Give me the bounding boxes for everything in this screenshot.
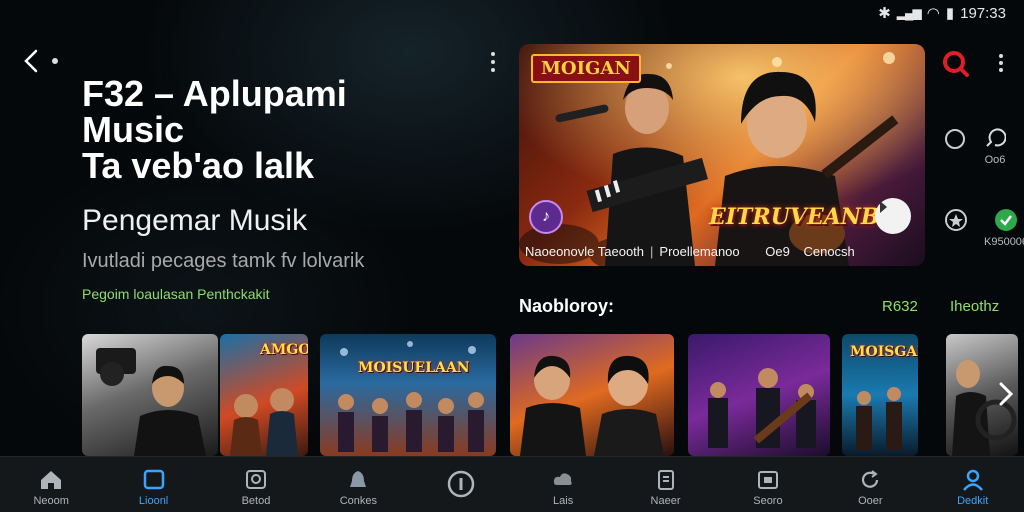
nav-notes[interactable]: Naeer (621, 469, 711, 507)
refresh-icon (862, 470, 879, 488)
more-options-button[interactable] (486, 52, 500, 72)
nav-library[interactable]: Lioonl (109, 469, 199, 507)
status-time: 197:33 (960, 4, 1006, 22)
hero-logo: MOIGAN (531, 54, 641, 83)
hero-band-title: EITRUVEANBH (709, 204, 901, 230)
thumbnail-art (338, 341, 484, 452)
circle-button[interactable] (944, 128, 966, 150)
square-icon (143, 469, 164, 490)
search-button[interactable] (942, 50, 970, 78)
hero-meta: Naoeonovle Taeooth | Proellemanoo Oe9 Ceno… (525, 244, 855, 259)
star-icon (945, 209, 967, 231)
hero-meta-4: Cenocsh (803, 244, 855, 259)
nav-label: Lioonl (138, 495, 169, 507)
battery-icon: ▮ (945, 5, 955, 22)
cloud-icon (553, 473, 572, 485)
page-title: F32 – Aplupami Music Ta veb'ao lalk (82, 76, 412, 184)
nav-store[interactable]: Seoro (723, 469, 813, 507)
title-line-2: Music (82, 109, 185, 150)
thumbnail-1[interactable] (82, 334, 218, 456)
thumbnail-title: AMGO (260, 342, 308, 358)
play-button[interactable] (875, 198, 911, 234)
bluetooth-icon: ✱ (878, 5, 891, 22)
thumbnail-title: MOISUELAAN (358, 360, 470, 376)
scroll-right-button[interactable] (994, 378, 1018, 410)
chat-icon (986, 128, 1006, 147)
play-icon (880, 201, 887, 213)
thumbnail-title: MOISGAN (850, 344, 918, 360)
wifi-icon: ◠ (926, 5, 940, 22)
thumbnail-4[interactable] (510, 334, 674, 456)
nav-label: Seoro (753, 495, 783, 507)
album-icon (245, 470, 266, 489)
bell-icon (350, 471, 367, 487)
center-circle-icon (447, 470, 474, 498)
bottom-nav: Neoom Lioonl Betod Conkes Lais Naeer Seo… (0, 456, 1024, 512)
nav-label: Betod (241, 495, 271, 507)
nav-label: Neoom (33, 495, 69, 507)
nav-refresh[interactable]: Ooer (825, 469, 915, 507)
nav-label: Lais (553, 495, 574, 507)
thumbnail-art (96, 348, 206, 456)
nav-home[interactable]: Neoom (6, 469, 96, 507)
title-line-1: F32 – Aplupami (82, 73, 347, 114)
circle-icon (945, 129, 965, 149)
nav-label: Conkes (339, 495, 377, 507)
nav-alerts[interactable]: Conkes (313, 469, 403, 507)
hero-meta-3: Oe9 (765, 244, 790, 259)
user-icon (962, 469, 983, 491)
indicator-dot (52, 58, 58, 64)
share-button[interactable]: Oo6 (984, 128, 1006, 166)
thumbnail-2[interactable]: AMGO (220, 334, 308, 456)
thumbnail-6[interactable]: MOISGAN (842, 334, 918, 456)
store-icon (757, 471, 778, 489)
status-bar: ✱ ▂▄▆ ◠ ▮ 197:33 (878, 4, 1006, 23)
more-menu-button[interactable] (996, 54, 1006, 72)
section-link-b[interactable]: Iheothz (950, 298, 999, 315)
artist-avatar[interactable]: ♪ (529, 200, 563, 234)
chevron-left-icon (24, 49, 38, 73)
hero-card[interactable]: MOIGAN EITRUVEANBH ♪ Naoeonovle Taeooth |… (519, 44, 925, 266)
signal-icon: ▂▄▆ (896, 6, 922, 20)
hero-meta-2: Proellemanoo (659, 244, 740, 259)
thumbnail-5[interactable] (688, 334, 830, 456)
check-icon (995, 209, 1018, 231)
music-note-icon: ♪ (542, 208, 550, 225)
search-icon (943, 51, 969, 77)
page-description: Ivutladi pecages tamk fv lolvarik (82, 250, 365, 272)
nav-center[interactable] (416, 469, 506, 503)
tagline-link[interactable]: Pegoim loaulasan Penthckakit (82, 286, 270, 302)
nav-label: Dedkit (957, 495, 989, 507)
thumbnail-3[interactable]: MOISUELAAN (320, 334, 496, 456)
home-icon (41, 471, 62, 489)
hero-meta-1: Naoeonovle Taeooth (525, 244, 645, 259)
chevron-right-icon (999, 382, 1013, 406)
share-label: Oo6 (984, 154, 1006, 166)
back-button[interactable] (18, 46, 44, 76)
nav-lists[interactable]: Lais (518, 469, 608, 507)
page-subtitle: Pengemar Musik (82, 204, 308, 237)
thumbnail-art (708, 368, 816, 448)
download-label: K950006 (984, 236, 1024, 248)
nav-label: Ooer (858, 495, 883, 507)
thumbnail-art (520, 355, 664, 456)
download-button[interactable]: K950006 (984, 208, 1024, 248)
side-actions: Oo6 K950006 (938, 44, 1024, 264)
nav-label: Naeer (650, 495, 681, 507)
doc-icon (657, 470, 674, 490)
star-button[interactable] (944, 208, 968, 232)
nav-albums[interactable]: Betod (211, 469, 301, 507)
title-line-3: Ta veb'ao lalk (82, 145, 314, 186)
section-title: Naobloroy: (519, 296, 615, 316)
section-link-a[interactable]: R632 (882, 298, 918, 315)
nav-profile[interactable]: Dedkit (928, 469, 1018, 507)
